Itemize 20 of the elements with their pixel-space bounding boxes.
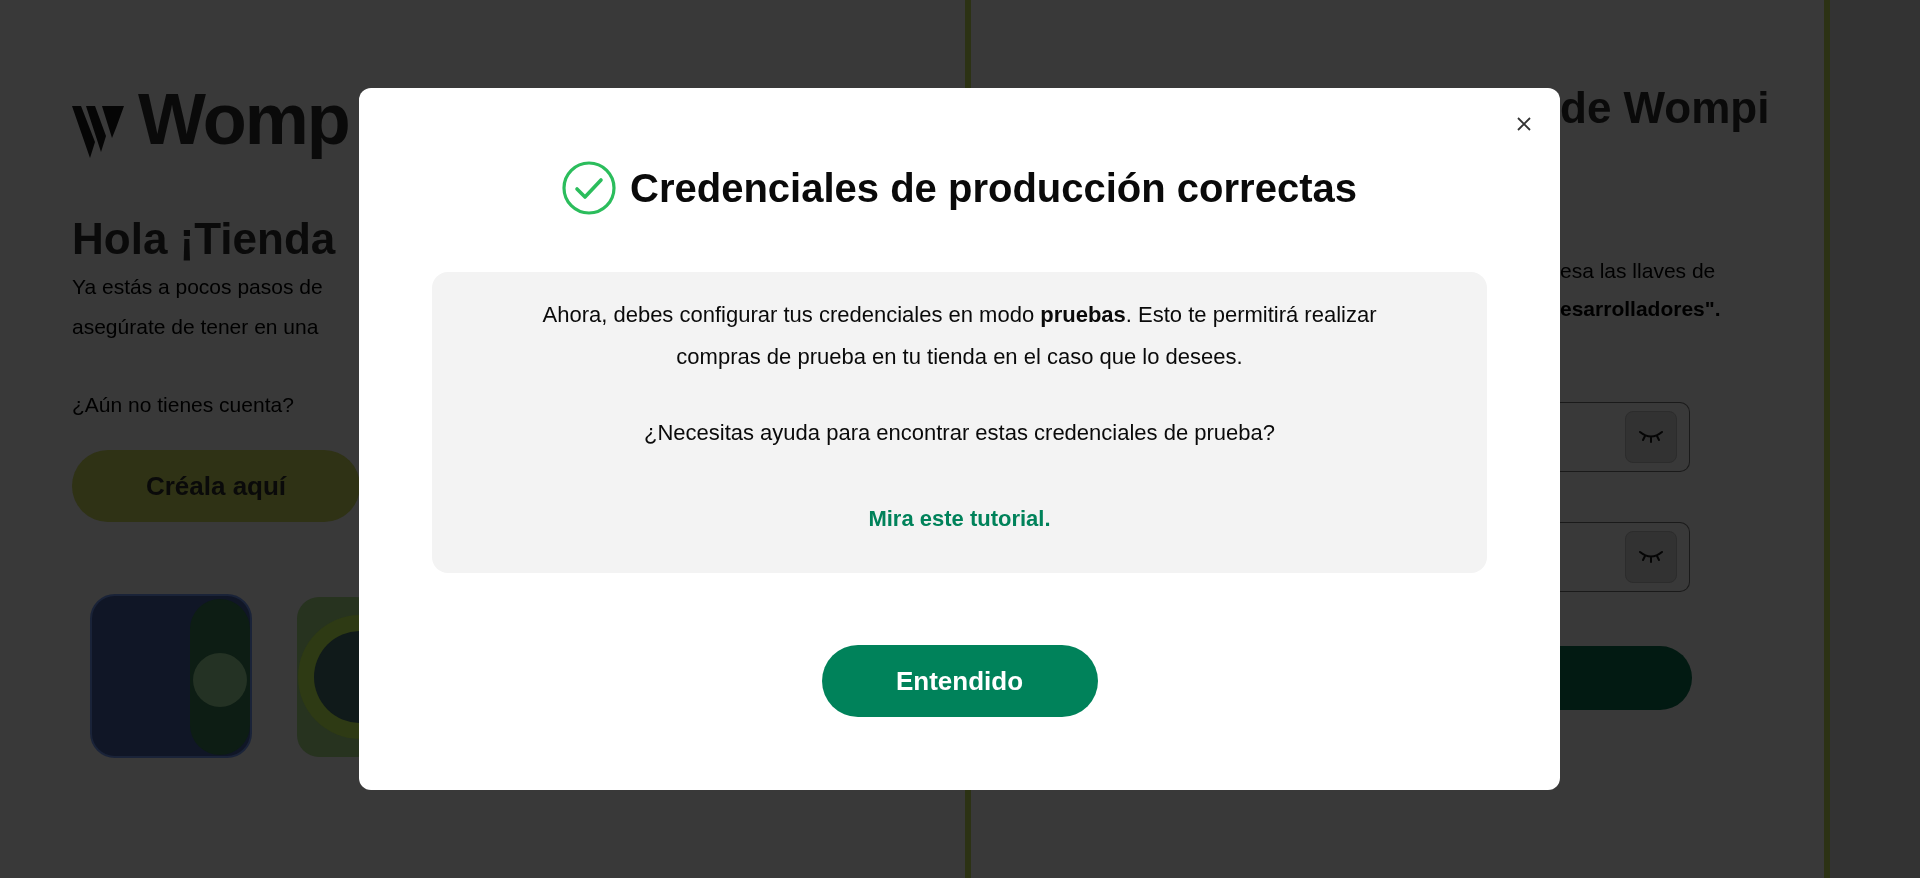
dialog-title: Credenciales de producción correctas [630, 165, 1357, 211]
input-field[interactable] [1560, 522, 1690, 592]
check-circle-icon [562, 161, 617, 215]
instruction-line: esarrolladores". [1560, 296, 1721, 322]
help-question: ¿Necesitas ayuda para encontrar estas credenciales de prueba? [643, 419, 1275, 447]
toggle-visibility-button[interactable] [1625, 411, 1677, 463]
close-icon [1517, 117, 1531, 131]
tutorial-link[interactable]: Mira este tutorial. [868, 504, 1051, 534]
paragraph-line: asegúrate de tener en una [72, 314, 319, 340]
confirm-button[interactable]: Entendido [821, 645, 1098, 717]
closed-eye-icon [1638, 430, 1664, 444]
submit-button[interactable] [1560, 646, 1692, 710]
input-field[interactable] [1560, 402, 1690, 472]
closed-eye-icon [1638, 550, 1664, 564]
signup-prompt: ¿Aún no tienes cuenta? [72, 392, 294, 418]
info-message: Ahora, debes configurar tus credenciales en modo pruebas. Esto te permitirá realizar compras de prueba en tu tienda en el caso que lo desees. [541, 301, 1378, 371]
paragraph-line: Ya estás a pocos pasos de [72, 274, 323, 300]
logo-mark-icon [72, 106, 124, 158]
toggle-visibility-button[interactable] [1625, 531, 1677, 583]
instruction-line: esa las llaves de [1560, 258, 1716, 284]
